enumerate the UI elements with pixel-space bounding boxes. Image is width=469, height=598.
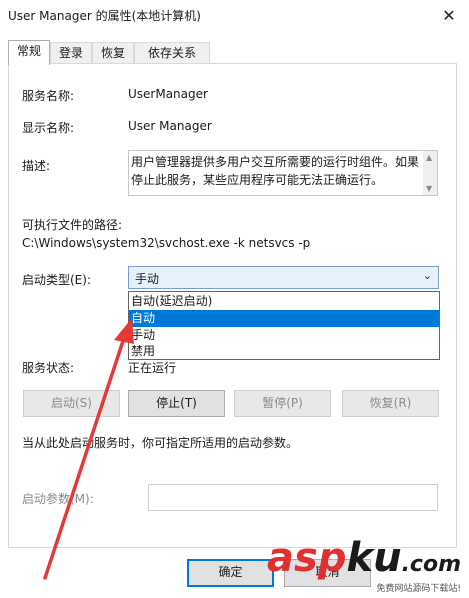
window-title: User Manager 的属性(本地计算机) xyxy=(8,9,201,23)
startup-option-auto-delayed[interactable]: 自动(延迟启动) xyxy=(129,293,439,310)
description-label: 描述: xyxy=(22,159,51,173)
path-label: 可执行文件的路径: xyxy=(22,218,123,232)
stop-button[interactable]: 停止(T) xyxy=(128,390,225,417)
title-bar: User Manager 的属性(本地计算机) ✕ xyxy=(0,0,469,30)
service-name-label: 服务名称: xyxy=(22,89,75,103)
startup-option-auto[interactable]: 自动 xyxy=(129,310,439,327)
path-value: C:\Windows\system32\svchost.exe -k netsv… xyxy=(22,236,311,250)
chevron-down-icon: ⌄ xyxy=(422,269,432,282)
scroll-down-icon[interactable]: ▼ xyxy=(426,184,432,193)
start-param-input[interactable] xyxy=(148,484,438,511)
close-icon: ✕ xyxy=(442,5,456,25)
tab-login[interactable]: 登录 xyxy=(50,42,92,63)
ok-button[interactable]: 确定 xyxy=(187,559,274,587)
tab-general[interactable]: 常规 xyxy=(8,40,50,65)
tab-dependencies[interactable]: 依存关系 xyxy=(134,42,210,63)
resume-button[interactable]: 恢复(R) xyxy=(342,390,439,417)
startup-option-manual[interactable]: 手动 xyxy=(129,327,439,344)
startup-option-disabled[interactable]: 禁用 xyxy=(129,343,439,360)
tab-recovery[interactable]: 恢复 xyxy=(92,42,134,63)
description-box[interactable]: 用户管理器提供多用户交互所需要的运行时组件。如果停止此服务，某些应用程序可能无法… xyxy=(128,150,438,196)
service-name-value: UserManager xyxy=(128,87,208,101)
close-button[interactable]: ✕ xyxy=(429,0,469,30)
startup-type-value: 手动 xyxy=(135,272,160,286)
display-name-value: User Manager xyxy=(128,119,212,133)
watermark-logo: aspku.com xyxy=(267,535,461,581)
description-text: 用户管理器提供多用户交互所需要的运行时组件。如果停止此服务，某些应用程序可能无法… xyxy=(131,155,420,187)
status-label: 服务状态: xyxy=(22,361,75,375)
display-name-label: 显示名称: xyxy=(22,121,75,135)
watermark: aspku.com 免费网站源码下载站! xyxy=(267,538,461,594)
scroll-up-icon[interactable]: ▲ xyxy=(426,153,432,162)
startup-type-label: 启动类型(E): xyxy=(22,273,91,287)
status-value: 正在运行 xyxy=(128,361,177,375)
description-scrollbar[interactable]: ▲ ▼ xyxy=(423,151,437,195)
startup-type-dropdown: 自动(延迟启动) 自动 手动 禁用 xyxy=(128,291,440,360)
start-param-hint: 当从此处启动服务时，你可指定所适用的启动参数。 xyxy=(22,436,299,450)
start-button[interactable]: 启动(S) xyxy=(23,390,120,417)
start-param-label: 启动参数(M): xyxy=(22,492,94,506)
startup-type-select[interactable]: 手动 ⌄ xyxy=(128,266,439,289)
pause-button[interactable]: 暂停(P) xyxy=(234,390,331,417)
